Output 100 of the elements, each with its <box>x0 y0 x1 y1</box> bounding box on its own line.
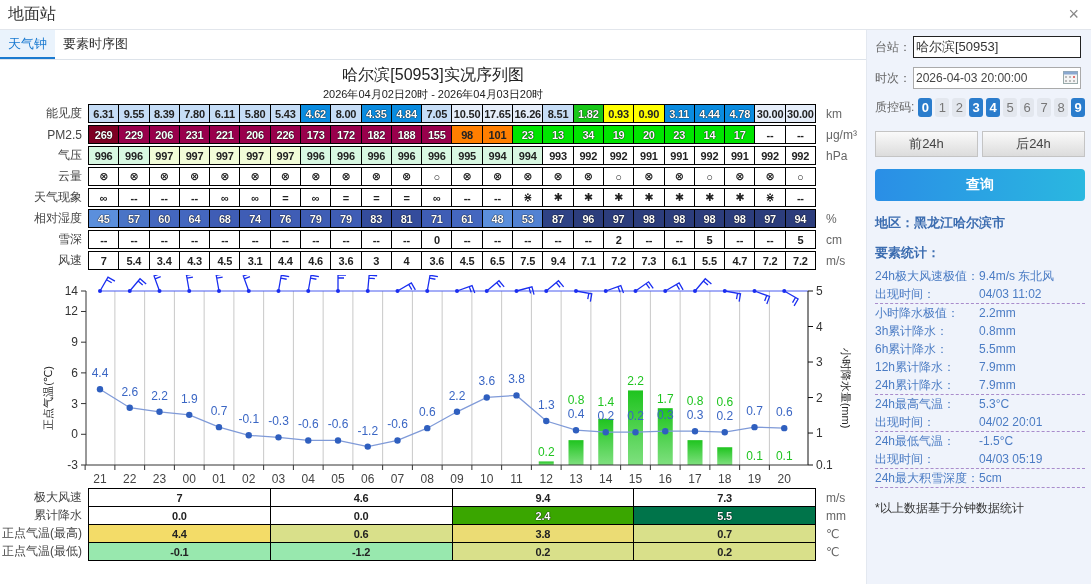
table-cell: 0.0 <box>270 507 452 524</box>
data-point <box>543 417 550 425</box>
qc-code-toggle[interactable]: 2 <box>952 98 967 117</box>
qc-code-toggle[interactable]: 1 <box>935 98 950 117</box>
unit-label: m/s <box>825 253 847 268</box>
table-cell: 996 <box>119 147 149 164</box>
row-label: PM2.5 <box>46 127 83 142</box>
table-cell: -- <box>210 231 240 248</box>
table-cell: 61 <box>452 210 482 227</box>
table-cell: 7.80 <box>179 105 210 122</box>
table-cell: -- <box>361 231 391 248</box>
table-cell: 68 <box>210 210 240 227</box>
row-label: 能见度 <box>45 105 83 122</box>
stat-label: 6h累计降水： <box>875 340 950 358</box>
table-cell: 3.11 <box>664 105 694 122</box>
table-cell: 71 <box>422 210 452 227</box>
table-cell: 94 <box>785 210 815 227</box>
data-label: 0.6 <box>716 395 734 410</box>
data-label: 3.6 <box>478 374 496 389</box>
table-cell: ∞ <box>301 189 331 206</box>
table-cell: 60 <box>149 210 179 227</box>
wind-barb-icon <box>306 275 320 293</box>
wind-barb-icon <box>395 282 416 293</box>
qc-code-toggle[interactable]: 7 <box>1037 98 1052 117</box>
qc-code-toggle[interactable]: 4 <box>986 98 1001 117</box>
table-cell: 991 <box>634 147 664 164</box>
qc-code-toggle[interactable]: 8 <box>1054 98 1069 117</box>
table-cell: 994 <box>482 147 513 164</box>
query-button[interactable]: 查询 <box>875 169 1085 201</box>
calendar-icon[interactable] <box>1063 71 1078 84</box>
table-cell: ⊗ <box>240 168 270 185</box>
table-cell: 81 <box>391 210 422 227</box>
table-cell: -- <box>452 231 482 248</box>
unit-label: hPa <box>825 148 849 163</box>
qc-code-toggle[interactable]: 6 <box>1020 98 1035 117</box>
table-cell: 23 <box>513 126 543 143</box>
table-cell: 4.4 <box>89 525 270 542</box>
unit-label: % <box>825 211 838 226</box>
axis-title: 正点气温(℃) <box>42 366 54 430</box>
axis-label: 12 <box>64 304 78 319</box>
table-cell: -- <box>240 231 270 248</box>
nav-button[interactable]: 前24h <box>875 131 978 157</box>
data-label: 0.2 <box>537 445 555 460</box>
precipitation-bar <box>568 440 584 465</box>
row-label: 雪深 <box>57 231 83 248</box>
data-point <box>156 408 163 415</box>
time-field[interactable]: 2026-04-03 20:00:00 <box>913 67 1081 89</box>
table-cell: 5 <box>785 231 815 248</box>
table-cell: 79 <box>331 210 361 227</box>
station-field[interactable]: 哈尔滨[50953] <box>913 36 1081 58</box>
axis-label: 03 <box>271 472 286 486</box>
table-cell: 997 <box>240 147 270 164</box>
wind-barb-icon <box>722 289 742 303</box>
table-cell: 87 <box>543 210 573 227</box>
data-label: -1.2 <box>357 423 379 438</box>
data-point <box>424 424 431 432</box>
table-cell: 4.35 <box>361 105 391 122</box>
nav-button[interactable]: 后24h <box>982 131 1085 157</box>
tab[interactable]: 要素时序图 <box>55 30 136 59</box>
tab[interactable]: 天气钟 <box>0 30 55 59</box>
axis-label: 9 <box>71 335 78 350</box>
stat-value: 04/03 11:02 <box>979 287 1042 301</box>
table-cell: = <box>270 189 301 206</box>
table-cell: 992 <box>785 147 815 164</box>
data-label: 0.1 <box>775 449 793 463</box>
table-cell: ⊗ <box>361 168 391 185</box>
qc-code-toggle[interactable]: 3 <box>969 98 984 117</box>
table-cell: 53 <box>513 210 543 227</box>
table-cell: ⊗ <box>391 168 422 185</box>
unit-label: mm <box>825 508 847 523</box>
wind-barb-icon <box>663 282 684 293</box>
axis-label: 23 <box>152 472 167 486</box>
qc-code-toggle[interactable]: 9 <box>1071 98 1086 117</box>
axis-label: 12 <box>539 472 553 486</box>
table-cell: ○ <box>785 168 815 185</box>
qc-code-toggle[interactable]: 0 <box>918 98 933 117</box>
row-label: 天气现象 <box>33 189 83 206</box>
data-point <box>453 408 461 415</box>
table-cell: -1.2 <box>270 543 452 560</box>
close-button[interactable]: × <box>1064 4 1083 25</box>
table-cell: -- <box>543 231 573 248</box>
data-point <box>632 429 639 436</box>
table-cell: 3.6 <box>422 252 452 269</box>
table-cell: 8.51 <box>543 105 573 122</box>
table-cell: 7.2 <box>603 252 634 269</box>
qc-code-toggle[interactable]: 5 <box>1003 98 1018 117</box>
table-cell: ∞ <box>89 189 119 206</box>
axis-label: 0.1 <box>816 458 833 472</box>
table-cell: 45 <box>89 210 119 227</box>
axis-label: 06 <box>361 472 375 486</box>
stat-value: 7.9mm <box>979 360 1016 374</box>
stat-label: 24h最低气温： <box>875 432 957 450</box>
table-cell: 996 <box>301 147 331 164</box>
field-label: 台站： <box>875 38 912 56</box>
table-cell: ✱ <box>634 189 664 206</box>
data-label: -0.6 <box>327 417 349 432</box>
table-cell: 996 <box>331 147 361 164</box>
wind-barb-icon <box>544 279 565 293</box>
table-cell: 7.05 <box>422 105 452 122</box>
table-cell: ⊗ <box>573 168 603 185</box>
